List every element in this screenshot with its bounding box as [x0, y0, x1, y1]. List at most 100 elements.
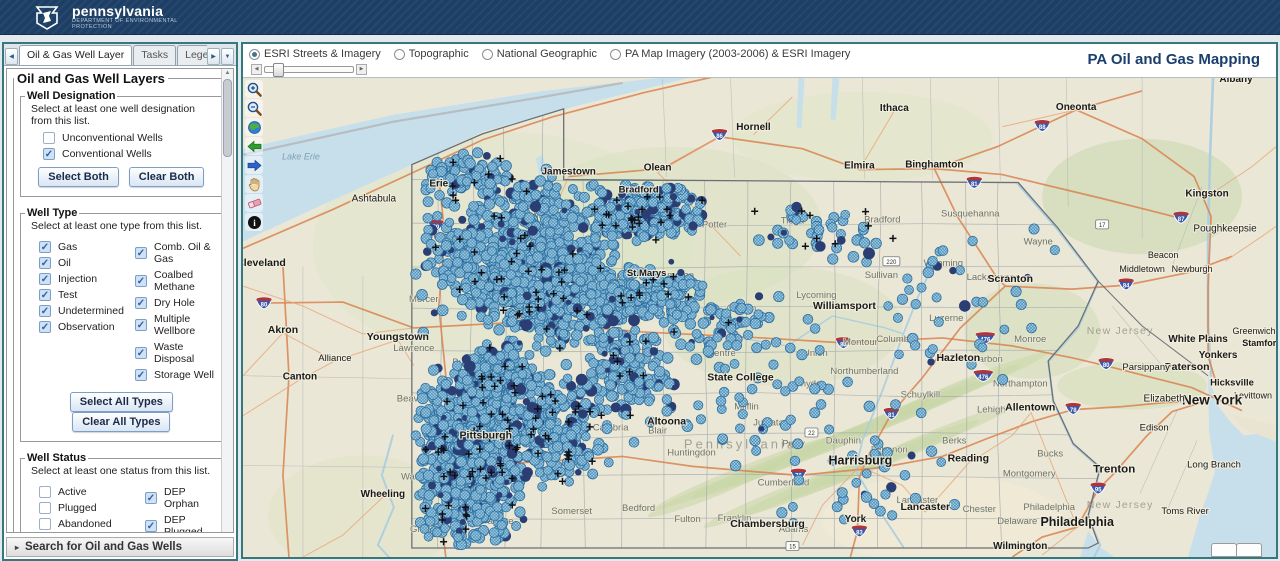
checkbox-test[interactable]: ✓ — [39, 289, 51, 301]
select-both-button[interactable]: Select Both — [38, 167, 119, 187]
tab-menu-icon[interactable]: ▼ — [221, 48, 234, 65]
oil-gas-well-layers-group: Oil and Gas Well Layers Well Designation… — [13, 71, 230, 533]
checkbox-observation[interactable]: ✓ — [39, 321, 51, 333]
tab-oil-gas-well-layer[interactable]: Oil & Gas Well Layer — [19, 45, 132, 65]
checkbox-row-plugged[interactable]: Plugged — [39, 502, 145, 514]
checkbox-row-observation[interactable]: ✓Observation — [39, 321, 135, 333]
checkbox-label: Gas — [58, 241, 77, 253]
well-designation-instruction: Select at least one well designation fro… — [31, 103, 218, 127]
checkbox-gas[interactable]: ✓ — [39, 241, 51, 253]
basemap-option-pa-map-imagery-2003-2006-esri-imagery[interactable]: PA Map Imagery (2003-2006) & ESRI Imager… — [610, 48, 850, 60]
checkbox-dep-plugged[interactable]: ✓ — [145, 520, 157, 532]
svg-text:Potter: Potter — [702, 219, 727, 230]
radio-icon[interactable] — [482, 49, 493, 60]
search-section-header[interactable]: ▸ Search for Oil and Gas Wells — [6, 537, 234, 557]
panel-scrollbar[interactable]: ▲ — [221, 69, 233, 532]
previous-extent-button[interactable] — [245, 137, 263, 155]
slider-track[interactable] — [264, 66, 354, 73]
checkbox-row-dry-hole[interactable]: ✓Dry Hole — [135, 297, 218, 309]
checkbox-unconventional-wells[interactable] — [43, 132, 55, 144]
basemap-opacity-slider[interactable]: ◀ ▶ — [251, 63, 367, 75]
svg-text:Chambersburg: Chambersburg — [730, 519, 805, 530]
checkbox-undetermined[interactable]: ✓ — [39, 305, 51, 317]
pan-button[interactable] — [245, 175, 263, 193]
basemap-selector: ESRI Streets & Imagery Topographic Nationa… — [249, 48, 863, 60]
well-status-section: Well Status Select at least one status f… — [20, 452, 223, 533]
svg-text:88: 88 — [1039, 125, 1046, 131]
checkbox-plugged[interactable] — [39, 502, 51, 514]
checkbox-row-gas[interactable]: ✓ Gas — [39, 241, 135, 253]
tab-scroll-right-icon[interactable]: ▶ — [207, 48, 220, 65]
pa-oil-gas-mapping-app: pennsylvania DEPARTMENT OF ENVIRONMENTAL… — [0, 0, 1280, 561]
checkbox-row-abandoned[interactable]: Abandoned — [39, 518, 145, 530]
tabs: Oil & Gas Well LayerTasksLegend — [19, 45, 207, 65]
checkbox-row-active[interactable]: Active — [39, 486, 145, 498]
pa-keystone-logo — [30, 4, 64, 30]
radio-icon[interactable] — [394, 49, 405, 60]
slider-thumb[interactable] — [273, 63, 284, 77]
checkbox-dep-orphan[interactable]: ✓ — [145, 492, 157, 504]
corner-button-2[interactable] — [1236, 543, 1262, 557]
identify-button[interactable]: i — [245, 213, 263, 231]
checkbox-dry-hole[interactable]: ✓ — [135, 297, 147, 309]
svg-text:Altoona: Altoona — [647, 417, 686, 428]
brand-block: pennsylvania DEPARTMENT OF ENVIRONMENTAL… — [72, 5, 178, 30]
well-designation-buttons: Select Both Clear Both — [25, 167, 218, 187]
checkbox-row-conventional-wells[interactable]: ✓Conventional Wells — [43, 148, 218, 160]
zoom-in-button[interactable] — [245, 80, 263, 98]
basemap-option-national-geographic[interactable]: National Geographic — [482, 48, 597, 60]
checkbox-row-comb-oil-gas[interactable]: ✓Comb. Oil & Gas — [135, 241, 218, 265]
checkbox-row-injection[interactable]: ✓Injection — [39, 273, 135, 285]
checkbox-coalbed-methane[interactable]: ✓ — [135, 275, 147, 287]
slider-left-icon[interactable]: ◀ — [251, 64, 262, 75]
checkbox-comb-oil-gas[interactable]: ✓ — [135, 247, 147, 259]
checkbox-oil[interactable]: ✓ — [39, 257, 51, 269]
select-all-types-button[interactable]: Select All Types — [70, 392, 173, 412]
svg-text:Lawrence: Lawrence — [393, 343, 434, 354]
checkbox-multiple-wellbore[interactable]: ✓ — [135, 319, 147, 331]
checkbox-waste-disposal[interactable]: ✓ — [135, 347, 147, 359]
checkbox-row-dep-orphan[interactable]: ✓DEP Orphan — [145, 486, 218, 510]
basemap-option-label: National Geographic — [497, 48, 597, 60]
checkbox-abandoned[interactable] — [39, 518, 51, 530]
full-extent-button[interactable] — [245, 118, 263, 136]
svg-text:Stamford: Stamford — [1242, 338, 1276, 348]
tab-tasks[interactable]: Tasks — [133, 45, 176, 65]
checkbox-conventional-wells[interactable]: ✓ — [43, 148, 55, 160]
checkbox-injection[interactable]: ✓ — [39, 273, 51, 285]
tab-legend[interactable]: Legend — [177, 45, 207, 65]
checkbox-row-test[interactable]: ✓Test — [39, 289, 135, 301]
corner-button-1[interactable] — [1211, 543, 1237, 557]
scrollbar-thumb[interactable] — [223, 79, 232, 157]
tab-scroll-left-icon[interactable]: ◀ — [5, 48, 18, 65]
map-canvas[interactable]: 8080808679818188878478769583476476221517… — [243, 77, 1276, 557]
scroll-up-icon[interactable]: ▲ — [222, 69, 233, 78]
checkbox-storage-well[interactable]: ✓ — [135, 369, 147, 381]
svg-text:Long Branch: Long Branch — [1187, 459, 1241, 470]
basemap-option-topographic[interactable]: Topographic — [394, 48, 469, 60]
clear-both-button[interactable]: Clear Both — [129, 167, 205, 187]
checkbox-row-multiple-wellbore[interactable]: ✓Multiple Wellbore — [135, 313, 218, 337]
checkbox-row-storage-well[interactable]: ✓Storage Well — [135, 369, 218, 381]
checkbox-row-unconventional-wells[interactable]: Unconventional Wells — [43, 132, 218, 144]
svg-text:Schuylkill: Schuylkill — [901, 390, 941, 401]
slider-right-icon[interactable]: ▶ — [356, 64, 367, 75]
next-extent-button[interactable] — [245, 156, 263, 174]
radio-icon[interactable] — [249, 49, 260, 60]
panel-body: Oil and Gas Well Layers Well Designation… — [6, 68, 234, 533]
radio-icon[interactable] — [610, 49, 621, 60]
well-designation-section: Well Designation Select at least one wel… — [20, 90, 223, 197]
checkbox-active[interactable] — [39, 486, 51, 498]
basemap-option-label: Topographic — [409, 48, 469, 60]
checkbox-row-coalbed-methane[interactable]: ✓Coalbed Methane — [135, 269, 218, 293]
map-corner-buttons — [1212, 543, 1262, 557]
eraser-button[interactable] — [245, 194, 263, 212]
checkbox-row-undetermined[interactable]: ✓Undetermined — [39, 305, 135, 317]
checkbox-row-waste-disposal[interactable]: ✓Waste Disposal — [135, 341, 218, 365]
svg-text:Middletown: Middletown — [1119, 264, 1164, 274]
clear-all-types-button[interactable]: Clear All Types — [72, 412, 170, 432]
checkbox-row-oil[interactable]: ✓Oil — [39, 257, 135, 269]
checkbox-row-dep-plugged[interactable]: ✓DEP Plugged — [145, 514, 218, 533]
basemap-option-esri-streets-imagery[interactable]: ESRI Streets & Imagery — [249, 48, 381, 60]
zoom-out-button[interactable] — [245, 99, 263, 117]
